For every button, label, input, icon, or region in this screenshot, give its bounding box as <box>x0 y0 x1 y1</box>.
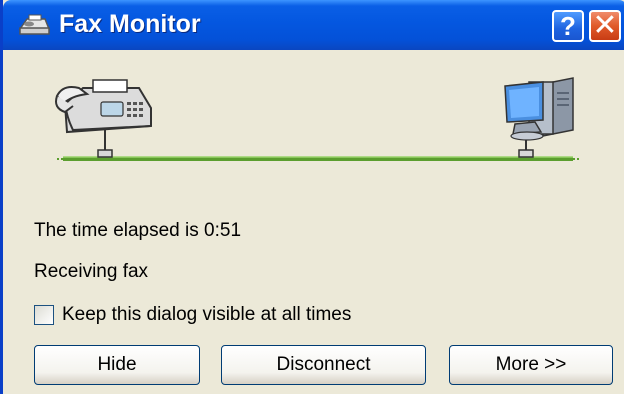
more-button[interactable]: More >> <box>449 345 613 385</box>
help-button[interactable]: ? <box>552 10 584 42</box>
computer-icon <box>504 77 574 141</box>
fax-icon <box>18 14 51 35</box>
connection-diagram <box>55 77 581 161</box>
fax-status-text: Receiving fax <box>34 261 149 282</box>
keep-visible-checkbox[interactable] <box>34 305 54 325</box>
title-bar[interactable]: Fax Monitor ? ✕ <box>3 0 624 50</box>
disconnect-button[interactable]: Disconnect <box>221 345 426 385</box>
network-line <box>57 156 581 161</box>
window-title: Fax Monitor <box>59 10 201 38</box>
keep-visible-label[interactable]: Keep this dialog visible at all times <box>62 304 351 326</box>
fax-machine-icon <box>55 79 152 134</box>
left-connector-icon <box>97 130 113 158</box>
close-button[interactable]: ✕ <box>589 10 621 42</box>
fax-monitor-dialog: Fax Monitor ? ✕ The time elapsed is 0:51… <box>0 0 624 394</box>
keep-visible-option[interactable]: Keep this dialog visible at all times <box>34 302 351 328</box>
elapsed-time-text: The time elapsed is 0:51 <box>34 220 242 241</box>
hide-button[interactable]: Hide <box>34 345 200 385</box>
